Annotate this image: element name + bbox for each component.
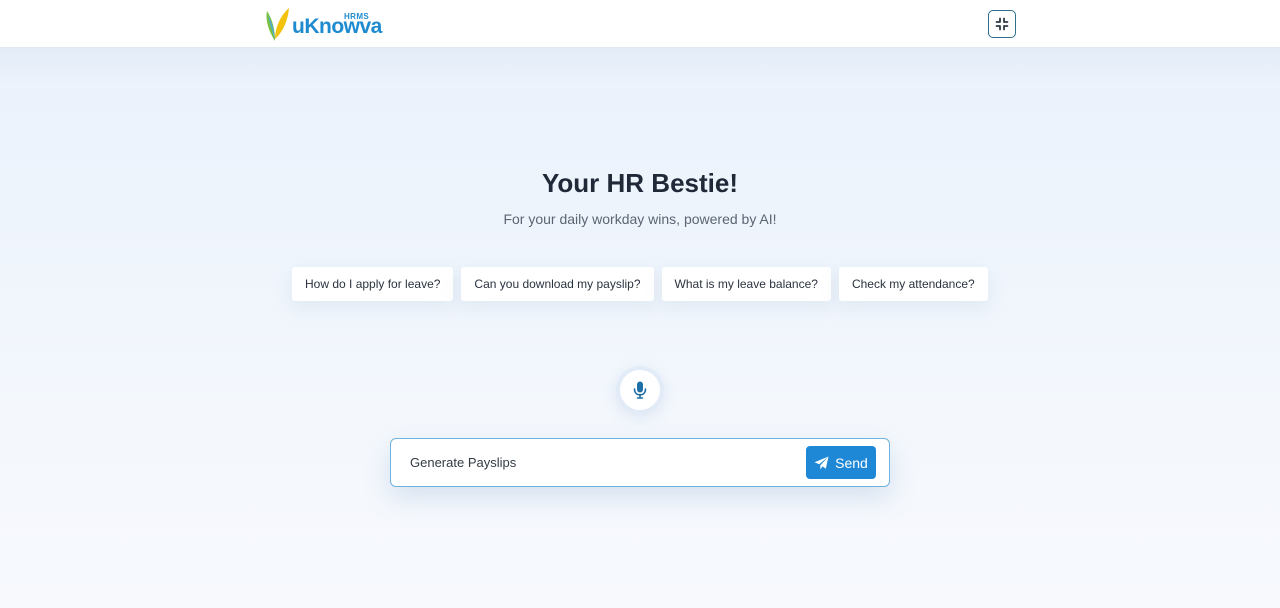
suggestion-download-payslip[interactable]: Can you download my payslip?: [461, 267, 654, 301]
collapse-icon: [995, 17, 1009, 31]
chat-page: uKnowva HRMS Your HR Bestie! For your da…: [0, 0, 1280, 608]
top-header: uKnowva HRMS: [0, 0, 1280, 48]
suggestion-check-attendance[interactable]: Check my attendance?: [838, 267, 988, 301]
send-button[interactable]: Send: [806, 446, 876, 479]
suggestion-list: How do I apply for leave? Can you downlo…: [292, 267, 988, 301]
logo[interactable]: uKnowva HRMS: [262, 6, 382, 44]
suggestion-leave-balance[interactable]: What is my leave balance?: [661, 267, 831, 301]
page-title: Your HR Bestie!: [542, 168, 738, 198]
header-shadow-band: [0, 48, 1280, 88]
collapse-button[interactable]: [988, 10, 1016, 38]
logo-hrms-text: HRMS: [344, 12, 370, 21]
chat-input-box: Send: [390, 438, 890, 487]
butterfly-logo-icon: [266, 8, 289, 41]
send-button-label: Send: [835, 454, 868, 471]
microphone-icon: [633, 381, 647, 399]
suggestion-apply-leave[interactable]: How do I apply for leave?: [292, 267, 454, 301]
microphone-button[interactable]: [620, 370, 660, 410]
paper-plane-icon: [814, 456, 829, 469]
page-subtitle: For your daily workday wins, powered by …: [503, 211, 777, 227]
chat-input[interactable]: [392, 440, 802, 485]
